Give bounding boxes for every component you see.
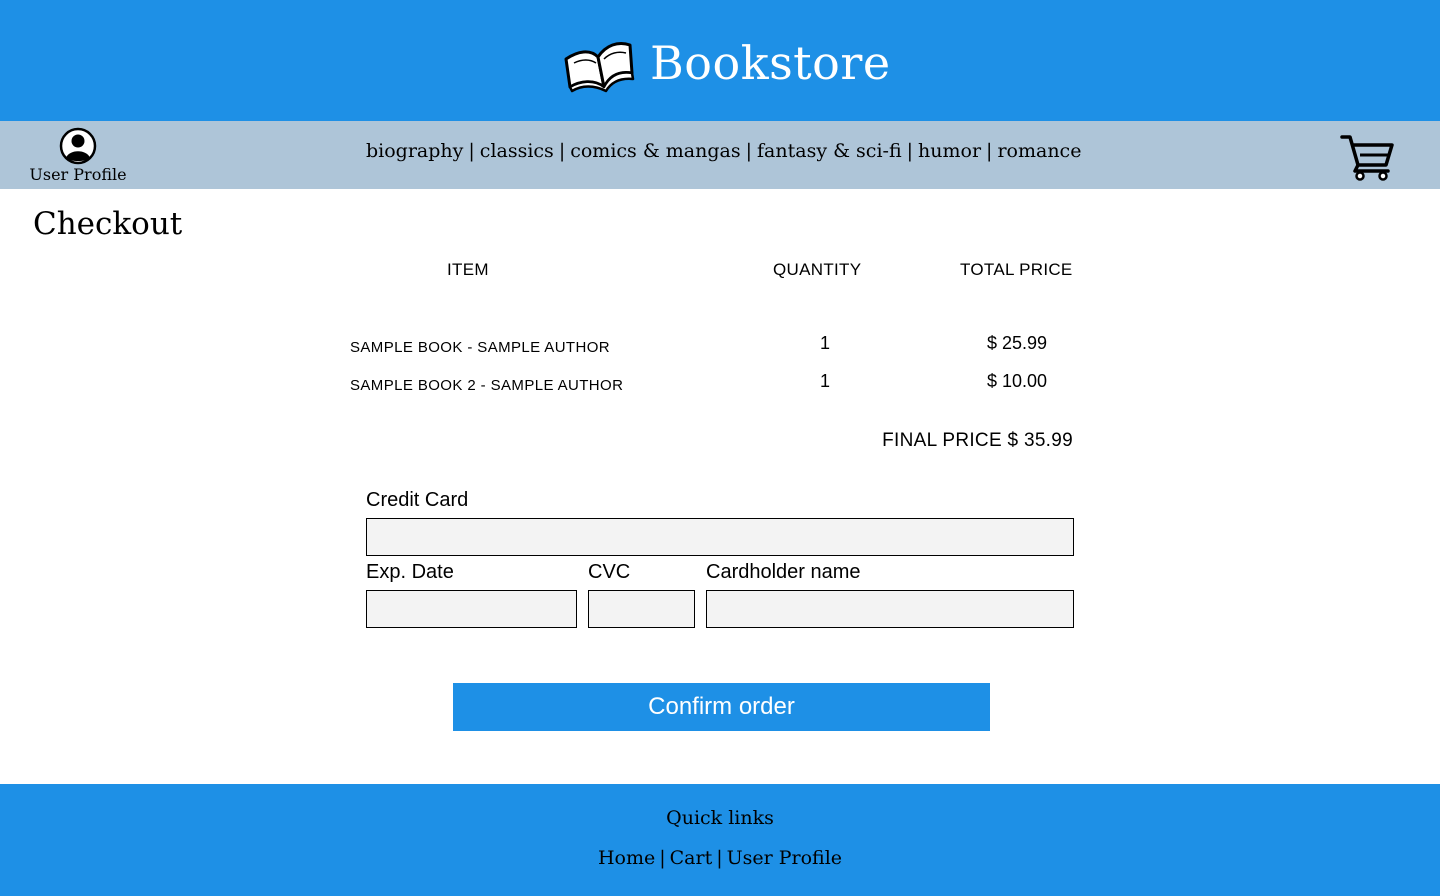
- footer-link-user-profile[interactable]: User Profile: [727, 847, 842, 869]
- separator: |: [558, 140, 566, 162]
- category-classics[interactable]: classics: [480, 140, 554, 162]
- footer-links: Home | Cart | User Profile: [0, 847, 1440, 869]
- exp-date-label: Exp. Date: [366, 561, 454, 583]
- site-header: Bookstore: [0, 0, 1440, 121]
- item-name: SAMPLE BOOK 2 - SAMPLE AUTHOR: [350, 377, 624, 394]
- item-price: $ 10.00: [987, 371, 1048, 391]
- item-quantity: 1: [820, 371, 831, 391]
- separator: |: [468, 140, 475, 162]
- separator: |: [906, 140, 914, 162]
- separator: |: [716, 847, 723, 869]
- shopping-cart-icon[interactable]: [1340, 131, 1394, 181]
- category-comics-mangas[interactable]: comics & mangas: [570, 140, 740, 162]
- cardholder-name-field[interactable]: [706, 590, 1074, 628]
- exp-date-field[interactable]: [366, 590, 577, 628]
- category-links: biography | classics | comics & mangas | fanta…: [366, 140, 1081, 162]
- column-header-total-price: TOTAL PRICE: [960, 260, 1073, 279]
- category-fantasy-scifi[interactable]: fantasy & sci-fi: [757, 140, 902, 162]
- page-title: Checkout: [33, 206, 183, 242]
- cvc-label: CVC: [588, 561, 631, 583]
- brand[interactable]: Bookstore: [560, 28, 891, 98]
- item-quantity: 1: [820, 333, 831, 353]
- cvc-field[interactable]: [588, 590, 695, 628]
- column-header-quantity: QUANTITY: [773, 260, 862, 279]
- confirm-order-button[interactable]: Confirm order: [453, 683, 990, 731]
- user-profile-label: User Profile: [29, 165, 127, 184]
- final-price: FINAL PRICE $ 35.99: [882, 430, 1073, 451]
- cardholder-name-label: Cardholder name: [706, 561, 861, 583]
- footer-link-cart[interactable]: Cart: [670, 847, 713, 869]
- category-humor[interactable]: humor: [918, 140, 981, 162]
- site-title: Bookstore: [650, 36, 891, 90]
- user-circle-icon: [59, 127, 97, 165]
- user-profile-link[interactable]: User Profile: [26, 127, 130, 184]
- credit-card-label: Credit Card: [366, 489, 469, 511]
- item-price: $ 25.99: [987, 333, 1048, 353]
- credit-card-field[interactable]: [366, 518, 1074, 556]
- separator: |: [986, 140, 993, 162]
- separator: |: [745, 140, 753, 162]
- footer-title: Quick links: [666, 807, 774, 829]
- category-nav: User Profile biography | classics | comics &…: [0, 121, 1440, 189]
- item-name: SAMPLE BOOK - SAMPLE AUTHOR: [350, 339, 611, 356]
- column-header-item: ITEM: [447, 260, 489, 279]
- category-romance[interactable]: romance: [997, 140, 1081, 162]
- category-biography[interactable]: biography: [366, 140, 463, 162]
- footer-link-home[interactable]: Home: [598, 847, 655, 869]
- open-book-icon: [564, 42, 635, 93]
- site-footer: Quick links Home | Cart | User Profile: [0, 784, 1440, 896]
- separator: |: [659, 847, 666, 869]
